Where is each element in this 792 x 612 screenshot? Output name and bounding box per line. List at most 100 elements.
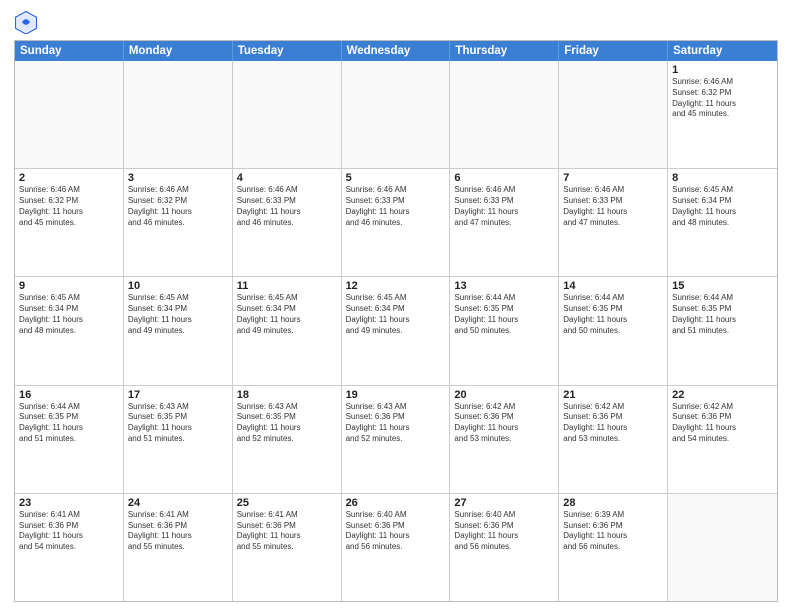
cal-cell-13: 13Sunrise: 6:44 AM Sunset: 6:35 PM Dayli… (450, 277, 559, 384)
day-number: 21 (563, 389, 663, 401)
calendar-header: SundayMondayTuesdayWednesdayThursdayFrid… (15, 41, 777, 61)
cal-cell-9: 9Sunrise: 6:45 AM Sunset: 6:34 PM Daylig… (15, 277, 124, 384)
cal-cell-empty-4-6 (668, 494, 777, 601)
cal-cell-empty-0-4 (450, 61, 559, 168)
cell-info: Sunrise: 6:45 AM Sunset: 6:34 PM Dayligh… (346, 293, 446, 336)
cell-info: Sunrise: 6:46 AM Sunset: 6:32 PM Dayligh… (672, 77, 773, 120)
day-number: 28 (563, 497, 663, 509)
day-number: 20 (454, 389, 554, 401)
header (14, 10, 778, 34)
page: SundayMondayTuesdayWednesdayThursdayFrid… (0, 0, 792, 612)
cal-cell-11: 11Sunrise: 6:45 AM Sunset: 6:34 PM Dayli… (233, 277, 342, 384)
day-number: 12 (346, 280, 446, 292)
cal-cell-24: 24Sunrise: 6:41 AM Sunset: 6:36 PM Dayli… (124, 494, 233, 601)
cell-info: Sunrise: 6:45 AM Sunset: 6:34 PM Dayligh… (19, 293, 119, 336)
cell-info: Sunrise: 6:43 AM Sunset: 6:36 PM Dayligh… (346, 402, 446, 445)
cal-cell-20: 20Sunrise: 6:42 AM Sunset: 6:36 PM Dayli… (450, 386, 559, 493)
day-number: 8 (672, 172, 773, 184)
cell-info: Sunrise: 6:44 AM Sunset: 6:35 PM Dayligh… (672, 293, 773, 336)
cell-info: Sunrise: 6:43 AM Sunset: 6:35 PM Dayligh… (237, 402, 337, 445)
week-row-4: 16Sunrise: 6:44 AM Sunset: 6:35 PM Dayli… (15, 385, 777, 493)
cell-info: Sunrise: 6:44 AM Sunset: 6:35 PM Dayligh… (454, 293, 554, 336)
cal-cell-22: 22Sunrise: 6:42 AM Sunset: 6:36 PM Dayli… (668, 386, 777, 493)
week-row-3: 9Sunrise: 6:45 AM Sunset: 6:34 PM Daylig… (15, 276, 777, 384)
cal-cell-15: 15Sunrise: 6:44 AM Sunset: 6:35 PM Dayli… (668, 277, 777, 384)
cell-info: Sunrise: 6:42 AM Sunset: 6:36 PM Dayligh… (454, 402, 554, 445)
cal-cell-empty-0-0 (15, 61, 124, 168)
header-day-sunday: Sunday (15, 41, 124, 61)
day-number: 1 (672, 64, 773, 76)
cell-info: Sunrise: 6:45 AM Sunset: 6:34 PM Dayligh… (237, 293, 337, 336)
header-day-friday: Friday (559, 41, 668, 61)
logo (14, 10, 42, 34)
week-row-5: 23 Sunrise: 6:41 AM Sunset: 6:36 PM Dayli… (15, 493, 777, 601)
day-number: 3 (128, 172, 228, 184)
day-number: 16 (19, 389, 119, 401)
cell-info: Sunrise: 6:46 AM Sunset: 6:32 PM Dayligh… (19, 185, 119, 228)
cal-cell-empty-0-1 (124, 61, 233, 168)
header-day-monday: Monday (124, 41, 233, 61)
cell-info: Sunrise: 6:46 AM Sunset: 6:33 PM Dayligh… (346, 185, 446, 228)
cal-cell-12: 12Sunrise: 6:45 AM Sunset: 6:34 PM Dayli… (342, 277, 451, 384)
day-number: 15 (672, 280, 773, 292)
cal-cell-empty-0-2 (233, 61, 342, 168)
day-number: 19 (346, 389, 446, 401)
cal-cell-3: 3Sunrise: 6:46 AM Sunset: 6:32 PM Daylig… (124, 169, 233, 276)
day-number: 6 (454, 172, 554, 184)
cal-cell-6: 6Sunrise: 6:46 AM Sunset: 6:33 PM Daylig… (450, 169, 559, 276)
day-number: 7 (563, 172, 663, 184)
day-number: 23 (19, 497, 119, 509)
cal-cell-27: 27Sunrise: 6:40 AM Sunset: 6:36 PM Dayli… (450, 494, 559, 601)
day-number: 18 (237, 389, 337, 401)
calendar: SundayMondayTuesdayWednesdayThursdayFrid… (14, 40, 778, 602)
cell-info: Sunrise: 6:46 AM Sunset: 6:33 PM Dayligh… (563, 185, 663, 228)
day-number: 2 (19, 172, 119, 184)
day-number: 13 (454, 280, 554, 292)
cell-info: Sunrise: 6:44 AM Sunset: 6:35 PM Dayligh… (563, 293, 663, 336)
cell-info: Sunrise: 6:43 AM Sunset: 6:35 PM Dayligh… (128, 402, 228, 445)
cell-info: Sunrise: 6:45 AM Sunset: 6:34 PM Dayligh… (128, 293, 228, 336)
cell-info: Sunrise: 6:45 AM Sunset: 6:34 PM Dayligh… (672, 185, 773, 228)
cell-info: Sunrise: 6:39 AM Sunset: 6:36 PM Dayligh… (563, 510, 663, 553)
cell-info: Sunrise: 6:40 AM Sunset: 6:36 PM Dayligh… (346, 510, 446, 553)
logo-icon (14, 10, 38, 34)
day-number: 11 (237, 280, 337, 292)
cal-cell-23: 23Sunrise: 6:41 AM Sunset: 6:36 PM Dayli… (15, 494, 124, 601)
cell-info: Sunrise: 6:41 AM Sunset: 6:36 PM Dayligh… (128, 510, 228, 553)
cell-info: Sunrise: 6:46 AM Sunset: 6:32 PM Dayligh… (128, 185, 228, 228)
cal-cell-28: 28Sunrise: 6:39 AM Sunset: 6:36 PM Dayli… (559, 494, 668, 601)
day-number: 27 (454, 497, 554, 509)
cal-cell-14: 14Sunrise: 6:44 AM Sunset: 6:35 PM Dayli… (559, 277, 668, 384)
cal-cell-2: 2Sunrise: 6:46 AM Sunset: 6:32 PM Daylig… (15, 169, 124, 276)
cal-cell-21: 21Sunrise: 6:42 AM Sunset: 6:36 PM Dayli… (559, 386, 668, 493)
cell-info: Sunrise: 6:46 AM Sunset: 6:33 PM Dayligh… (237, 185, 337, 228)
cal-cell-17: 17Sunrise: 6:43 AM Sunset: 6:35 PM Dayli… (124, 386, 233, 493)
day-number: 4 (237, 172, 337, 184)
header-day-tuesday: Tuesday (233, 41, 342, 61)
cell-info: Sunrise: 6:46 AM Sunset: 6:33 PM Dayligh… (454, 185, 554, 228)
cell-info: Sunrise: 6:44 AM Sunset: 6:35 PM Dayligh… (19, 402, 119, 445)
cal-cell-16: 16Sunrise: 6:44 AM Sunset: 6:35 PM Dayli… (15, 386, 124, 493)
cal-cell-empty-0-3 (342, 61, 451, 168)
cell-info: Sunrise: 6:41 AM Sunset: 6:36 PM Dayligh… (237, 510, 337, 553)
cal-cell-26: 26Sunrise: 6:40 AM Sunset: 6:36 PM Dayli… (342, 494, 451, 601)
day-number: 22 (672, 389, 773, 401)
cal-cell-10: 10Sunrise: 6:45 AM Sunset: 6:34 PM Dayli… (124, 277, 233, 384)
cell-info: Sunrise: 6:40 AM Sunset: 6:36 PM Dayligh… (454, 510, 554, 553)
day-number: 10 (128, 280, 228, 292)
cal-cell-25: 25Sunrise: 6:41 AM Sunset: 6:36 PM Dayli… (233, 494, 342, 601)
calendar-body: 1Sunrise: 6:46 AM Sunset: 6:32 PM Daylig… (15, 61, 777, 601)
day-number: 14 (563, 280, 663, 292)
cal-cell-5: 5Sunrise: 6:46 AM Sunset: 6:33 PM Daylig… (342, 169, 451, 276)
week-row-1: 1Sunrise: 6:46 AM Sunset: 6:32 PM Daylig… (15, 61, 777, 168)
cell-info: Sunrise: 6:42 AM Sunset: 6:36 PM Dayligh… (672, 402, 773, 445)
cal-cell-empty-0-5 (559, 61, 668, 168)
day-number: 24 (128, 497, 228, 509)
day-number: 26 (346, 497, 446, 509)
header-day-thursday: Thursday (450, 41, 559, 61)
week-row-2: 2Sunrise: 6:46 AM Sunset: 6:32 PM Daylig… (15, 168, 777, 276)
cal-cell-1: 1Sunrise: 6:46 AM Sunset: 6:32 PM Daylig… (668, 61, 777, 168)
cal-cell-7: 7Sunrise: 6:46 AM Sunset: 6:33 PM Daylig… (559, 169, 668, 276)
cell-info: Sunrise: 6:42 AM Sunset: 6:36 PM Dayligh… (563, 402, 663, 445)
cal-cell-8: 8Sunrise: 6:45 AM Sunset: 6:34 PM Daylig… (668, 169, 777, 276)
